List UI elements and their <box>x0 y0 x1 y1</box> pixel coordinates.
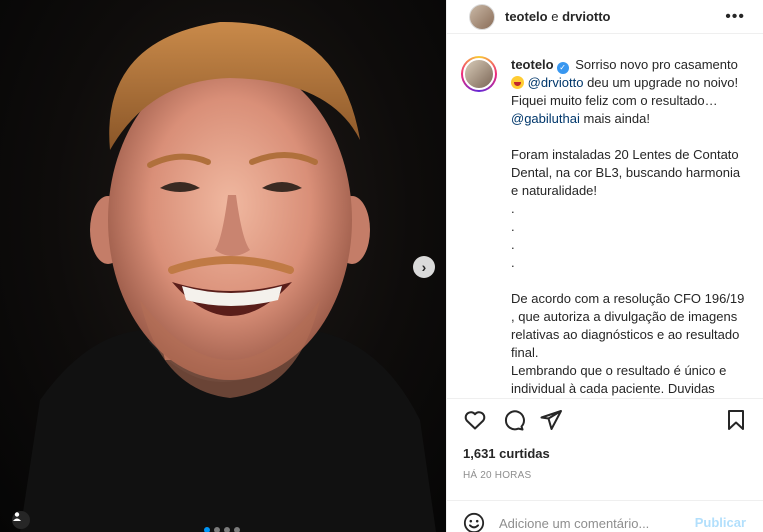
caption-line1: Sorriso novo pro casamento <box>575 57 738 72</box>
post-timestamp[interactable]: HÁ 20 HORAS <box>463 470 531 481</box>
caption-paragraph: De acordo com a resolução CFO 196/19 , q… <box>511 291 745 360</box>
post-header: teotelo e drviotto ••• <box>447 0 763 34</box>
carousel-next-button[interactable]: › <box>413 256 435 278</box>
comment-input[interactable] <box>499 514 689 532</box>
verified-badge-icon: ✓ <box>556 62 569 74</box>
like-count[interactable]: 1,631 curtidas <box>463 446 550 461</box>
mention-link[interactable]: @gabiluthai <box>511 111 580 126</box>
carousel-indicators <box>204 527 240 532</box>
author-secondary[interactable]: drviotto <box>562 9 610 24</box>
carousel-dot <box>234 527 240 532</box>
carousel-dot <box>204 527 210 532</box>
author-primary[interactable]: teotelo <box>505 9 548 24</box>
caption-text: teotelo ✓ Sorriso novo pro casamento @drv… <box>511 56 746 398</box>
user-tag-icon[interactable] <box>12 511 30 529</box>
publish-button[interactable]: Publicar <box>695 515 746 530</box>
post-authors[interactable]: teotelo e drviotto <box>505 9 611 24</box>
portrait-image <box>20 21 436 532</box>
action-bar <box>447 398 763 438</box>
share-icon[interactable] <box>539 408 563 432</box>
post-photo[interactable]: › <box>0 0 446 532</box>
author-avatar[interactable] <box>469 3 495 30</box>
caption-dots: . . . . <box>511 201 515 270</box>
caption-section: teotelo ✓ Sorriso novo pro casamento @drv… <box>447 34 763 398</box>
emoji-icon[interactable] <box>463 512 485 532</box>
caption-paragraph: Lembrando que o resultado é único e indi… <box>511 363 727 396</box>
caption-line3: mais ainda! <box>583 111 650 126</box>
comment-bar: Publicar <box>447 500 763 532</box>
authors-separator: e <box>551 9 559 24</box>
caption-paragraph: Foram instaladas 20 Lentes de Contato De… <box>511 147 741 198</box>
more-horizontal-icon[interactable]: ••• <box>725 8 745 26</box>
comment-icon[interactable] <box>501 408 525 432</box>
carousel-dot <box>224 527 230 532</box>
heart-icon[interactable] <box>463 408 487 432</box>
mention-link[interactable]: @drviotto <box>528 75 584 90</box>
carousel-dot <box>214 527 220 532</box>
bookmark-icon[interactable] <box>724 408 748 432</box>
caption-username[interactable]: teotelo <box>511 57 554 72</box>
post-sidebar: teotelo e drviotto ••• teotelo ✓ Sorriso … <box>446 0 763 532</box>
caption-avatar[interactable] <box>461 56 497 92</box>
grinning-emoji-icon <box>511 76 524 89</box>
